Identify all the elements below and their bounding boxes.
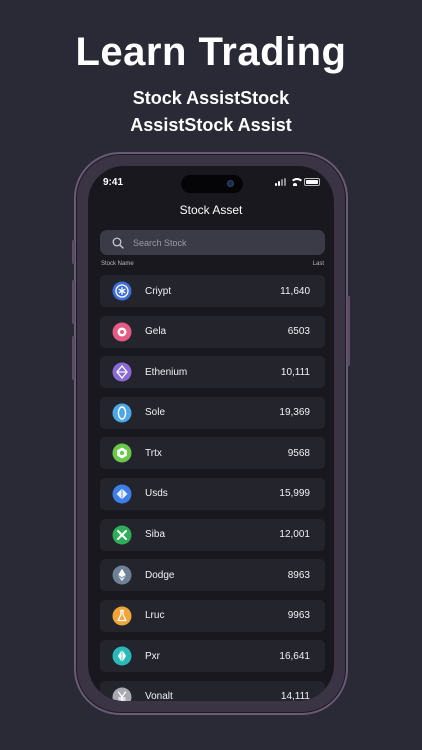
yen-coin-icon	[112, 687, 132, 701]
stock-name: Vonalt	[145, 691, 173, 701]
stock-last-value: 16,641	[279, 650, 310, 662]
signal-icon	[275, 178, 286, 186]
battery-icon	[304, 178, 320, 186]
diamond-coin-icon	[112, 362, 132, 382]
phone-volume-up-button	[72, 280, 75, 324]
stock-name: Siba	[145, 529, 166, 541]
stock-name: Usds	[145, 488, 168, 500]
stock-last-value: 9568	[287, 447, 310, 459]
promo-subtitle-line-1: Stock AssistStock	[132, 88, 290, 108]
search-input[interactable]	[133, 237, 303, 248]
dynamic-island	[181, 175, 243, 193]
crystal-coin-icon	[112, 646, 132, 666]
stock-row[interactable]: Siba 12,001	[100, 518, 325, 551]
phone-volume-down-button	[72, 336, 75, 380]
stock-row[interactable]: Pxr 16,641	[100, 640, 325, 673]
wifi-icon	[290, 178, 304, 186]
camera-icon	[227, 180, 234, 187]
flask-coin-icon	[112, 606, 132, 626]
stock-name: Criypt	[145, 285, 172, 297]
stock-row[interactable]: Gela 6503	[100, 315, 325, 348]
stock-name: Pxr	[145, 650, 160, 662]
cross-coin-icon	[112, 525, 132, 545]
oval-coin-icon	[112, 403, 132, 423]
stock-name: Sole	[145, 407, 166, 419]
search-icon	[112, 237, 124, 249]
stock-last-value: 6503	[287, 326, 310, 338]
stock-last-value: 15,999	[279, 488, 310, 500]
stock-row[interactable]: Usds 15,999	[100, 477, 325, 510]
stock-row[interactable]: Dodge 8963	[100, 559, 325, 592]
stock-name: Gela	[145, 326, 167, 338]
status-bar: 9:41	[88, 175, 334, 193]
page-title: Stock Asset	[179, 203, 243, 217]
ether-coin-icon	[112, 565, 132, 585]
stock-last-value: 11,640	[280, 285, 310, 297]
stock-row[interactable]: Sole 19,369	[100, 396, 325, 429]
stock-last-value: 14,111	[280, 691, 310, 701]
stock-last-value: 8963	[287, 569, 310, 581]
stock-row[interactable]: Ethenium 10,111	[100, 356, 325, 389]
stock-last-value: 9963	[287, 610, 310, 622]
stock-row[interactable]: Vonalt 14,111	[100, 680, 325, 701]
phone-frame: 9:41 Stock Asset Stock Name Last Criypt 1…	[72, 152, 350, 715]
rhombus-coin-icon	[112, 484, 132, 504]
hexagon-coin-icon	[112, 443, 132, 463]
promo-subtitle-line-2: AssistStock Assist	[130, 115, 292, 135]
phone-mute-button	[72, 240, 75, 264]
stock-row[interactable]: Criypt 11,640	[100, 275, 325, 307]
column-header-stock-name: Stock Name	[101, 261, 134, 267]
phone-screen: 9:41 Stock Asset Stock Name Last Criypt 1…	[88, 166, 334, 701]
stock-name: Lruc	[145, 610, 165, 622]
stock-last-value: 12,001	[279, 529, 310, 541]
search-bar[interactable]	[100, 230, 325, 255]
stock-last-value: 10,111	[280, 366, 310, 378]
flower-coin-icon	[112, 322, 132, 342]
stock-last-value: 19,369	[279, 407, 310, 419]
stock-name: Trtx	[145, 447, 162, 459]
status-icons	[275, 178, 320, 186]
column-header: Stock Name Last	[101, 261, 324, 267]
stock-row[interactable]: Trtx 9568	[100, 437, 325, 470]
column-header-last: Last	[312, 261, 324, 267]
promo-headline: Learn Trading	[75, 30, 347, 74]
asterisk-coin-icon	[112, 281, 132, 301]
stock-row[interactable]: Lruc 9963	[100, 599, 325, 632]
stock-name: Ethenium	[145, 366, 188, 378]
status-time: 9:41	[103, 177, 124, 188]
stock-name: Dodge	[145, 569, 175, 581]
stock-list: Criypt 11,640 Gela 6503 Ethenium 10,111 Sole 19…	[100, 275, 325, 701]
phone-power-button	[347, 296, 350, 366]
